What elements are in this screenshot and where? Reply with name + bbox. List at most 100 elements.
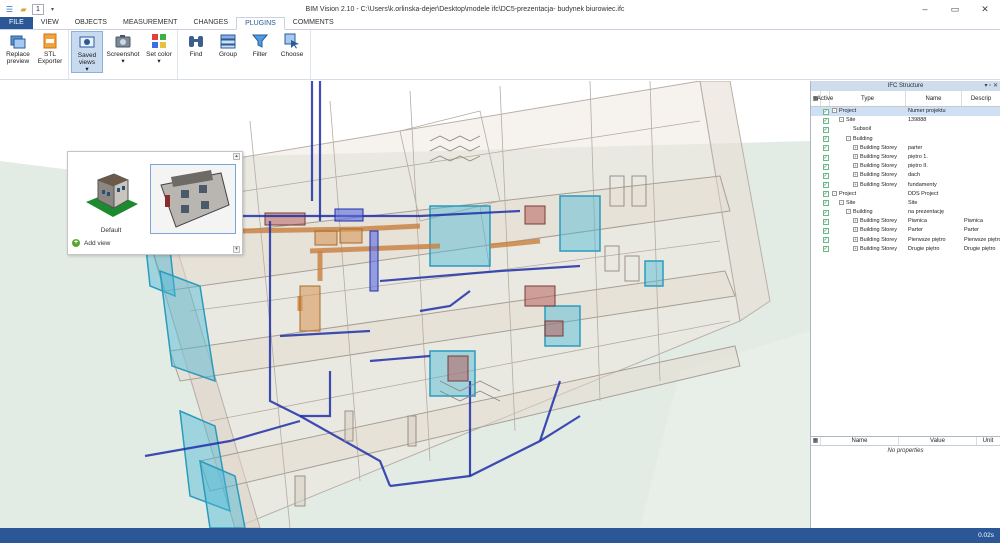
row-active-cell[interactable]: ✓ — [821, 199, 830, 208]
expand-icon[interactable]: + — [853, 144, 858, 150]
ifc-tree-row[interactable]: ✓ + Building Storey fundamenty — [811, 181, 1000, 190]
app-menu-icon[interactable]: ☰ — [4, 4, 15, 15]
ifc-tree-row[interactable]: ✓ - Site 139888 — [811, 116, 1000, 125]
filter-button[interactable]: Filter — [244, 31, 276, 73]
ifc-tree-row[interactable]: ✓ + Building Storey Piwnica Piwnica — [811, 217, 1000, 226]
active-checkbox[interactable]: ✓ — [822, 108, 829, 115]
expand-icon[interactable]: + — [853, 227, 858, 233]
props-menu-icon[interactable]: ▦ — [811, 437, 821, 445]
tab-comments[interactable]: COMMENTS — [285, 17, 342, 29]
ifc-tree-row[interactable]: ✓ - Project Numer projektu — [811, 107, 1000, 117]
collapse-icon[interactable]: - — [846, 135, 851, 141]
collapse-icon[interactable]: - — [832, 108, 837, 114]
maximize-button[interactable]: ▭ — [940, 0, 970, 18]
active-checkbox[interactable]: ✓ — [822, 200, 829, 207]
tab-changes[interactable]: CHANGES — [185, 17, 236, 29]
stl-exporter-button[interactable]: STL Exporter — [34, 31, 66, 73]
expand-icon[interactable]: + — [853, 163, 858, 169]
row-active-cell[interactable]: ✓ — [821, 181, 830, 190]
row-active-cell[interactable]: ✓ — [821, 135, 830, 144]
active-checkbox[interactable]: ✓ — [822, 117, 829, 124]
collapse-icon[interactable]: - — [832, 190, 837, 196]
active-checkbox[interactable]: ✓ — [822, 218, 829, 225]
active-checkbox[interactable]: ✓ — [822, 237, 829, 244]
expand-icon[interactable]: + — [853, 181, 858, 187]
active-checkbox[interactable]: ✓ — [822, 154, 829, 161]
ifc-tree-row[interactable]: ✓ - Building — [811, 135, 1000, 144]
collapse-icon[interactable]: - — [839, 117, 844, 123]
active-checkbox[interactable]: ✓ — [822, 191, 829, 198]
row-active-cell[interactable]: ✓ — [821, 226, 830, 235]
choose-button[interactable]: Choose — [276, 31, 308, 73]
open-folder-icon[interactable]: ▰ — [18, 4, 29, 15]
qat-spin-input[interactable]: 1 — [32, 3, 44, 15]
active-checkbox[interactable]: ✓ — [822, 228, 829, 235]
ifc-tree-row[interactable]: ✓ + Building Storey Parter Parter — [811, 226, 1000, 235]
3d-viewport[interactable]: Default + Add view ▴ ▾ — [0, 81, 810, 528]
row-active-cell[interactable]: ✓ — [821, 245, 830, 254]
ifc-tree-row[interactable]: ✓ - Site Site — [811, 199, 1000, 208]
props-col-name[interactable]: Name — [821, 437, 899, 445]
active-checkbox[interactable]: ✓ — [822, 246, 829, 253]
active-checkbox[interactable]: ✓ — [822, 126, 829, 133]
add-view-button[interactable]: + Add view — [72, 239, 110, 247]
row-active-cell[interactable]: ✓ — [821, 116, 830, 125]
row-active-cell[interactable]: ✓ — [821, 217, 830, 226]
active-checkbox[interactable]: ✓ — [822, 182, 829, 189]
default-view-thumbnail[interactable] — [76, 162, 146, 228]
ifc-tree-row[interactable]: ✓ - Project DDS Project — [811, 190, 1000, 199]
col-description[interactable]: Descrip — [962, 91, 1000, 106]
saved-view-thumbnail[interactable] — [150, 164, 236, 234]
expand-icon[interactable]: + — [853, 218, 858, 224]
tab-file[interactable]: FILE — [0, 17, 33, 29]
scroll-up-icon[interactable]: ▴ — [233, 153, 240, 160]
minimize-button[interactable]: – — [910, 0, 940, 18]
row-active-cell[interactable]: ✓ — [821, 208, 830, 217]
expand-icon[interactable]: + — [853, 153, 858, 159]
expand-icon[interactable]: + — [853, 245, 858, 251]
col-active[interactable]: Active — [817, 91, 833, 106]
ifc-tree-row[interactable]: ✓ + Building Storey parter — [811, 144, 1000, 153]
tab-measurement[interactable]: MEASUREMENT — [115, 17, 185, 29]
ifc-tree-row[interactable]: ✓ + Building Storey dach — [811, 171, 1000, 180]
set-color-button[interactable]: Set color ▾ — [143, 31, 175, 73]
active-checkbox[interactable]: ✓ — [822, 163, 829, 170]
tab-view[interactable]: VIEW — [33, 17, 67, 29]
ifc-tree-row[interactable]: ✓ Subsoil — [811, 125, 1000, 134]
qat-dropdown-icon[interactable]: ▾ — [47, 4, 58, 15]
popup-scrollbar[interactable]: ▴ ▾ — [233, 153, 241, 253]
replace-preview-button[interactable]: Replace preview — [2, 31, 34, 73]
row-active-cell[interactable]: ✓ — [821, 153, 830, 162]
collapse-icon[interactable]: - — [846, 209, 851, 215]
row-active-cell[interactable]: ✓ — [821, 171, 830, 180]
row-active-cell[interactable]: ✓ — [821, 125, 830, 134]
close-button[interactable]: ✕ — [970, 0, 1000, 18]
find-button[interactable]: Find — [180, 31, 212, 73]
tab-objects[interactable]: OBJECTS — [67, 17, 115, 29]
ifc-tree-row[interactable]: ✓ + Building Storey piętro 1. — [811, 153, 1000, 162]
panel-controls[interactable]: ▾ ▫ ✕ — [985, 81, 999, 91]
row-active-cell[interactable]: ✓ — [821, 144, 830, 153]
screenshot-button[interactable]: Screenshot ▾ — [103, 31, 143, 73]
col-type[interactable]: Type — [830, 91, 906, 106]
row-active-cell[interactable]: ✓ — [821, 162, 830, 171]
ifc-tree-row[interactable]: ✓ + Building Storey Pierwsze piętro Pierwsze… — [811, 236, 1000, 245]
collapse-icon[interactable]: - — [839, 199, 844, 205]
row-active-cell[interactable]: ✓ — [821, 190, 830, 199]
ifc-tree-row[interactable]: ✓ + Building Storey Drugie piętro Drugie pię… — [811, 245, 1000, 254]
scroll-down-icon[interactable]: ▾ — [233, 246, 240, 253]
active-checkbox[interactable]: ✓ — [822, 136, 829, 143]
expand-icon[interactable]: + — [853, 236, 858, 242]
props-col-unit[interactable]: Unit — [977, 437, 999, 445]
row-active-cell[interactable]: ✓ — [821, 107, 830, 116]
props-col-value[interactable]: Value — [899, 437, 977, 445]
row-active-cell[interactable]: ✓ — [821, 236, 830, 245]
active-checkbox[interactable]: ✓ — [822, 145, 829, 152]
ifc-tree-row[interactable]: ✓ + Building Storey piętro II. — [811, 162, 1000, 171]
active-checkbox[interactable]: ✓ — [822, 209, 829, 216]
tab-plugins[interactable]: PLUGINS — [236, 17, 285, 30]
group-button[interactable]: Group — [212, 31, 244, 73]
expand-icon[interactable]: + — [853, 172, 858, 178]
ifc-tree-row[interactable]: ✓ - Building na prezentację — [811, 208, 1000, 217]
col-name[interactable]: Name — [906, 91, 962, 106]
